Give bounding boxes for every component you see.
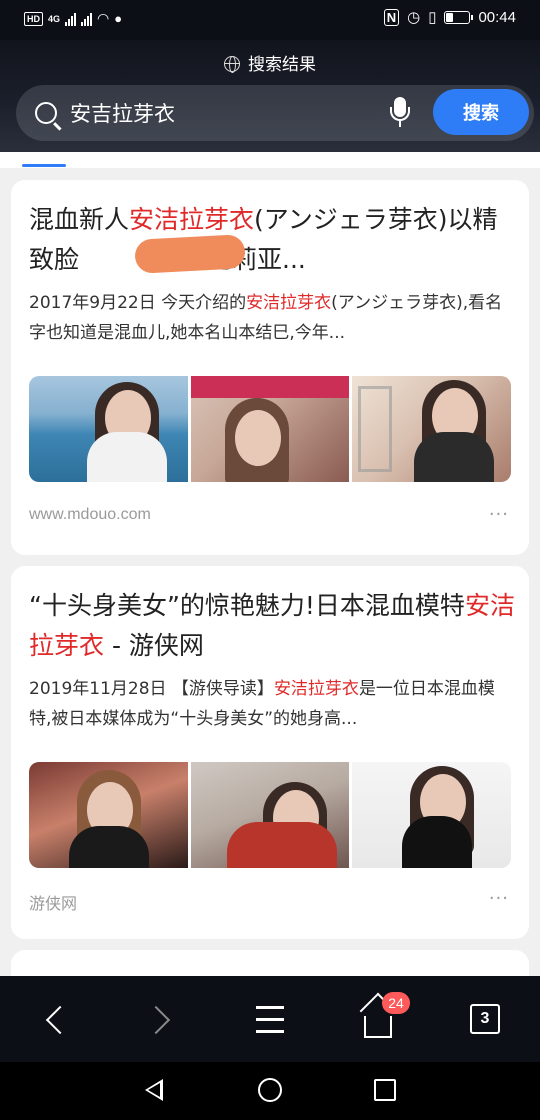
back-button[interactable] <box>36 998 80 1042</box>
microphone-icon[interactable] <box>390 97 410 129</box>
network-type: 4G <box>48 13 61 24</box>
status-left: HD 4G ◠ ● <box>24 10 122 27</box>
result-source[interactable]: 游侠网 <box>29 890 77 914</box>
signal-icon <box>65 12 77 26</box>
result-image[interactable] <box>352 376 511 482</box>
system-back-icon[interactable] <box>145 1079 163 1101</box>
status-right: N ◷ ▯ 00:44 <box>383 8 516 26</box>
search-icon <box>35 102 57 124</box>
browser-toolbar: 24 3 <box>0 976 540 1062</box>
search-header: 搜索结果 安吉拉芽衣 搜索 <box>0 40 540 152</box>
result-title[interactable]: 混血新人安洁拉芽衣(アンジェラ芽衣)以精致脸孔堪比莉亚... <box>29 200 515 282</box>
clock: 00:44 <box>478 8 516 26</box>
snippet-highlight: 安洁拉芽衣 <box>273 679 359 699</box>
snippet-text: 今天介绍的 <box>155 293 247 313</box>
page-caption: 搜索结果 <box>0 50 540 75</box>
more-options-icon[interactable]: ··· <box>489 504 509 525</box>
hd-indicator: HD <box>24 11 43 26</box>
home-button[interactable]: 24 <box>356 992 410 1042</box>
tab-count: 3 <box>470 1004 500 1034</box>
result-card[interactable]: 混血新人安洁拉芽衣(アンジェラ芽衣)以精致脸孔堪比莉亚... 2017年9月22… <box>11 180 529 555</box>
snippet-date: 2017年9月22日 <box>29 293 156 313</box>
alarm-icon: ◷ <box>407 9 421 26</box>
title-highlight: 安洁拉芽衣 <box>129 205 255 234</box>
active-tab-indicator <box>22 164 66 167</box>
title-text: “十头身美女”的惊艳魅力!日本混血模特 <box>29 591 465 620</box>
result-image[interactable] <box>29 376 188 482</box>
vibrate-icon: ▯ <box>428 9 437 26</box>
snippet-date: 2019年11月28日 <box>29 679 167 699</box>
result-card[interactable]: “十头身美女”的惊艳魅力!日本混血模特安洁拉芽衣 - 游侠网 2019年11月2… <box>11 566 529 939</box>
battery-icon <box>444 10 474 24</box>
globe-icon <box>224 56 240 73</box>
system-home-icon[interactable] <box>258 1078 282 1102</box>
page-caption-text: 搜索结果 <box>248 55 316 75</box>
result-source[interactable]: www.mdouo.com <box>29 506 151 524</box>
result-snippet: 2019年11月28日 【游侠导读】安洁拉芽衣是一位日本混血模特,被日本媒体成为… <box>29 674 515 734</box>
result-image[interactable] <box>190 376 350 482</box>
search-input[interactable]: 安吉拉芽衣 搜索 <box>16 85 534 141</box>
tabs-button[interactable]: 3 <box>464 998 508 1042</box>
wifi-icon: ◠ <box>97 10 110 26</box>
forward-arrow-icon <box>141 1005 171 1035</box>
redaction-mark <box>134 234 246 274</box>
result-image[interactable] <box>190 762 350 868</box>
result-image[interactable] <box>29 762 188 868</box>
nfc-icon: N <box>383 8 400 26</box>
search-query[interactable]: 安吉拉芽衣 <box>70 98 175 128</box>
qq-icon: ● <box>114 11 123 26</box>
home-icon-body <box>364 1016 392 1038</box>
title-text: - 游侠网 <box>104 631 204 660</box>
result-image[interactable] <box>352 762 511 868</box>
image-strip[interactable] <box>29 376 511 482</box>
system-nav-bar <box>0 1062 540 1120</box>
image-strip[interactable] <box>29 762 511 868</box>
result-snippet: 2017年9月22日 今天介绍的安洁拉芽衣(アンジェラ芽衣),看名字也知道是混血… <box>29 288 515 348</box>
search-button[interactable]: 搜索 <box>433 89 529 135</box>
forward-button[interactable] <box>140 998 184 1042</box>
title-text: 混血新人 <box>29 205 130 234</box>
tab-bar <box>0 152 540 168</box>
battery-fill <box>446 12 454 22</box>
system-recents-icon[interactable] <box>374 1079 396 1101</box>
signal-2-icon <box>81 12 93 26</box>
snippet-highlight: 安洁拉芽衣 <box>246 293 332 313</box>
menu-button[interactable] <box>248 998 292 1042</box>
snippet-text: 【游侠导读】 <box>166 679 274 699</box>
result-title[interactable]: “十头身美女”的惊艳魅力!日本混血模特安洁拉芽衣 - 游侠网 <box>29 586 515 668</box>
status-bar: HD 4G ◠ ● N ◷ ▯ 00:44 <box>0 0 540 40</box>
notification-badge: 24 <box>382 992 410 1014</box>
more-options-icon[interactable]: ··· <box>489 888 509 909</box>
back-arrow-icon <box>45 1005 75 1035</box>
